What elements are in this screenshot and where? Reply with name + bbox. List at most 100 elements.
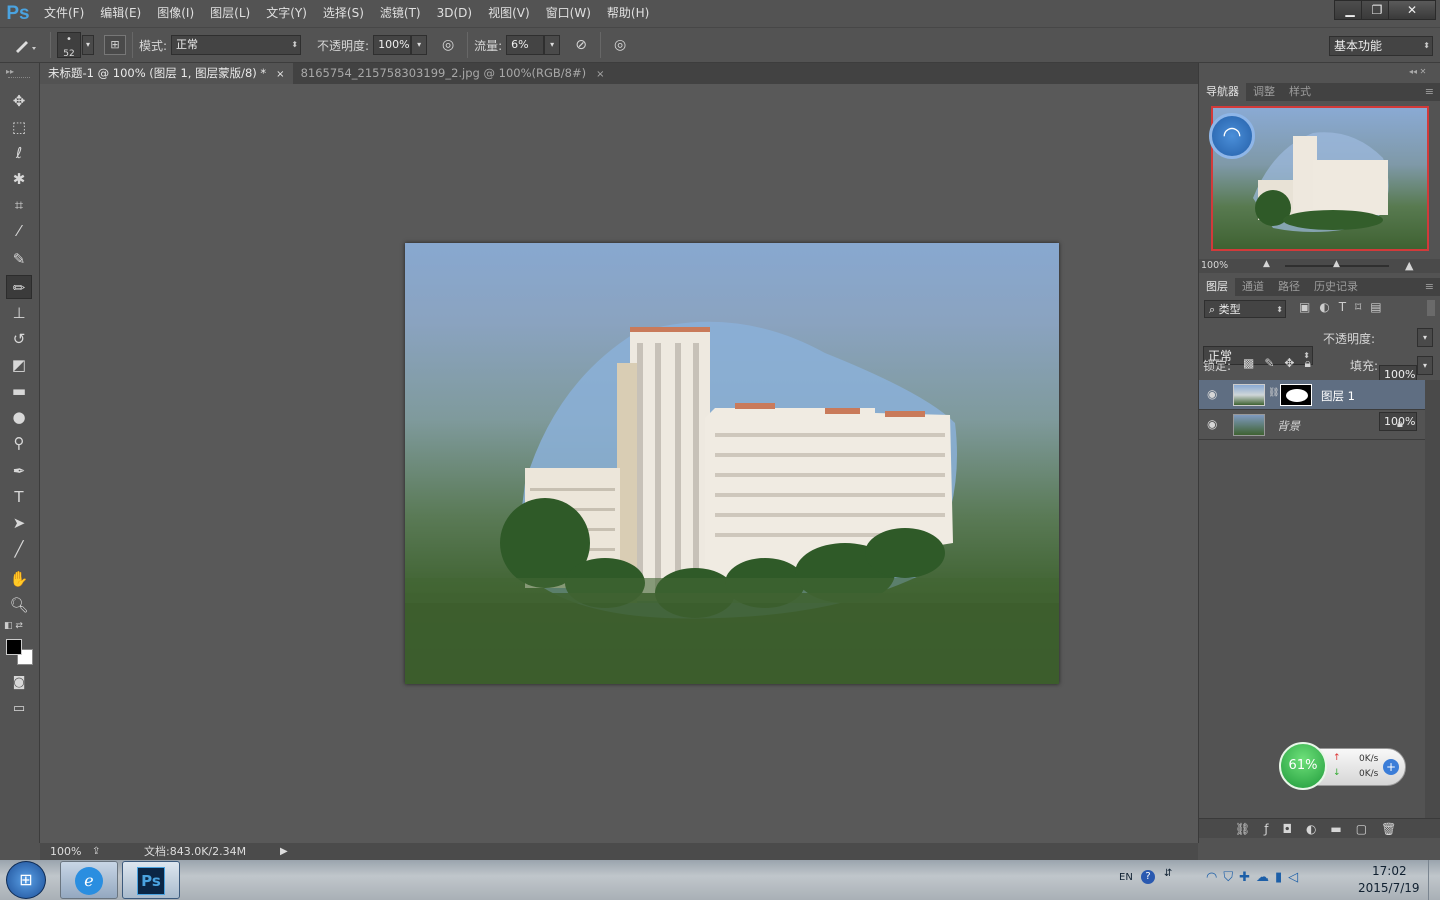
tab-untitled[interactable]: 未标题-1 @ 100% (图层 1, 图层蒙版/8) * × [40, 63, 293, 84]
zoom-icon[interactable]: 🔍︎ [6, 593, 32, 617]
healing-icon[interactable]: ✎ [6, 247, 32, 271]
taskbar-browser[interactable]: ℯ [60, 861, 118, 899]
document-canvas[interactable] [405, 243, 1059, 684]
type-icon[interactable]: T [6, 485, 32, 509]
status-zoom[interactable]: 100% [50, 843, 81, 860]
opacity-input[interactable]: 100% [373, 35, 412, 55]
foreground-color-swatch[interactable] [6, 639, 22, 655]
tool-preset-picker[interactable] [8, 32, 44, 58]
opacity-dropdown-arrow[interactable]: ▾ [411, 35, 428, 55]
filter-toggle[interactable] [1427, 300, 1435, 316]
menu-help[interactable]: 帮助(H) [599, 0, 657, 27]
start-button[interactable]: ⊞ [6, 861, 46, 899]
layer-mask-thumbnail[interactable] [1280, 384, 1312, 406]
pressure-size-icon[interactable]: ◎ [607, 37, 633, 53]
tab-channels[interactable]: 通道 [1235, 278, 1271, 296]
tab-adjustments[interactable]: 调整 [1246, 83, 1282, 101]
menu-window[interactable]: 窗口(W) [538, 0, 599, 27]
magic-wand-icon[interactable]: ✱ [6, 167, 32, 191]
toolbox-grip[interactable] [8, 77, 30, 79]
zoom-in-icon[interactable]: ▲ [1405, 259, 1413, 272]
menu-type[interactable]: 文字(Y) [258, 0, 315, 27]
menu-filter[interactable]: 滤镜(T) [372, 0, 429, 27]
dodge-icon[interactable]: ⚲ [6, 431, 32, 455]
brush-panel-toggle-icon[interactable]: ⊞ [104, 35, 126, 55]
panel-menu-icon[interactable]: ≡ [1418, 278, 1440, 296]
ime-icon[interactable]: ⇵ [1164, 868, 1172, 879]
menu-select[interactable]: 选择(S) [315, 0, 372, 27]
clock-time[interactable]: 17:02 [1372, 864, 1407, 878]
layer-row-background[interactable]: ◉ 背景 🔒︎ [1199, 410, 1425, 440]
language-indicator[interactable]: EN [1119, 872, 1133, 883]
close-icon[interactable]: × [596, 69, 604, 80]
brush-size-preview[interactable]: • 52 [57, 32, 81, 59]
clock-date[interactable]: 2015/7/19 [1358, 881, 1420, 895]
zoom-out-icon[interactable]: ▲ [1263, 259, 1270, 269]
lock-options-icons[interactable]: ▩✎✥🔒︎ [1243, 356, 1321, 371]
eyedropper-icon[interactable]: ⁄ [6, 219, 32, 243]
menu-3d[interactable]: 3D(D) [429, 0, 480, 27]
status-menu-arrow-icon[interactable]: ▶ [280, 843, 288, 860]
tab-styles[interactable]: 样式 [1282, 83, 1318, 101]
link-icon[interactable]: ⛓ [1268, 388, 1279, 398]
menu-view[interactable]: 视图(V) [480, 0, 538, 27]
screen-mode-icon[interactable]: ▭ [6, 697, 32, 721]
tab-navigator[interactable]: 导航器 [1199, 83, 1246, 101]
layer-opacity-arrow[interactable]: ▾ [1417, 328, 1433, 347]
panel-menu-icon[interactable]: ≡ [1418, 83, 1440, 101]
blur-icon[interactable]: ● [6, 405, 32, 429]
layers-footer-icons[interactable]: ⛓ƒ◘◐▬▢🗑︎ [1199, 818, 1440, 838]
marquee-icon[interactable]: ⬚ [6, 115, 32, 139]
pressure-opacity-icon[interactable]: ◎ [435, 37, 461, 53]
quick-mask-icon[interactable]: ◙ [6, 671, 32, 695]
export-icon[interactable]: ⇪ [92, 843, 100, 860]
hand-icon[interactable]: ✋ [6, 567, 32, 591]
gradient-icon[interactable]: ▬ [6, 379, 32, 403]
tray-icons[interactable]: ◠⛉✚☁▮◁ [1206, 870, 1304, 885]
layers-scrollbar[interactable] [1425, 380, 1440, 820]
show-desktop-button[interactable] [1428, 860, 1440, 900]
wifi-icon[interactable]: ◠ [1209, 113, 1255, 159]
workspace-select[interactable]: 基本功能 ⬍ [1329, 36, 1433, 56]
tab-history[interactable]: 历史记录 [1307, 278, 1365, 296]
menu-edit[interactable]: 编辑(E) [92, 0, 149, 27]
mode-select[interactable]: 正常 ⬍ [171, 35, 302, 55]
tab-layers[interactable]: 图层 [1199, 278, 1235, 296]
slider-thumb-icon[interactable]: ▲ [1333, 259, 1340, 269]
navigator-zoom-value[interactable]: 100% [1201, 259, 1228, 273]
help-icon[interactable]: ? [1141, 870, 1155, 884]
close-button[interactable]: ✕ [1388, 0, 1436, 20]
layer-filter-icons[interactable]: ▣◐T⌑▤ [1299, 300, 1391, 314]
layer-name[interactable]: 背景 [1277, 418, 1300, 434]
collapse-panels-icon[interactable]: ◂◂ ✕ [1409, 67, 1426, 76]
close-icon[interactable]: × [276, 69, 284, 80]
eye-icon[interactable]: ◉ [1207, 387, 1217, 401]
menu-layer[interactable]: 图层(L) [202, 0, 258, 27]
add-icon[interactable]: + [1383, 759, 1399, 775]
taskbar-photoshop[interactable]: Ps [122, 861, 180, 899]
brush-picker-arrow[interactable]: ▾ [82, 35, 94, 55]
path-select-icon[interactable]: ➤ [6, 511, 32, 535]
tab-paths[interactable]: 路径 [1271, 278, 1307, 296]
eraser-icon[interactable]: ◩ [6, 353, 32, 377]
flow-input[interactable]: 6% [506, 35, 545, 55]
layer-thumbnail[interactable] [1233, 384, 1265, 406]
menu-file[interactable]: 文件(F) [36, 0, 92, 27]
flow-dropdown-arrow[interactable]: ▾ [544, 35, 561, 55]
collapse-toolbox-icon[interactable]: ▸▸ [6, 67, 14, 76]
menu-image[interactable]: 图像(I) [149, 0, 202, 27]
crop-icon[interactable]: ⌗ [6, 193, 32, 217]
move-icon[interactable]: ✥ [6, 89, 32, 113]
stamp-icon[interactable]: ⊥ [6, 301, 32, 325]
line-icon[interactable]: ╱ [6, 537, 32, 561]
history-brush-icon[interactable]: ↺ [6, 327, 32, 351]
eye-icon[interactable]: ◉ [1207, 417, 1217, 431]
tab-jpg[interactable]: 8165754_215758303199_2.jpg @ 100%(RGB/8#… [292, 63, 613, 84]
default-colors-icon[interactable]: ◧ ⇄ [4, 621, 23, 631]
brush-icon[interactable]: ✏ [6, 275, 32, 299]
memory-percent-ball[interactable]: 61% [1279, 742, 1327, 790]
layer-filter-select[interactable]: ⌕ 类型 ⬍ [1204, 300, 1286, 318]
layer-thumbnail[interactable] [1233, 414, 1265, 436]
layer-row-layer1[interactable]: ◉ ⛓ 图层 1 [1199, 380, 1425, 410]
pen-icon[interactable]: ✒ [6, 459, 32, 483]
